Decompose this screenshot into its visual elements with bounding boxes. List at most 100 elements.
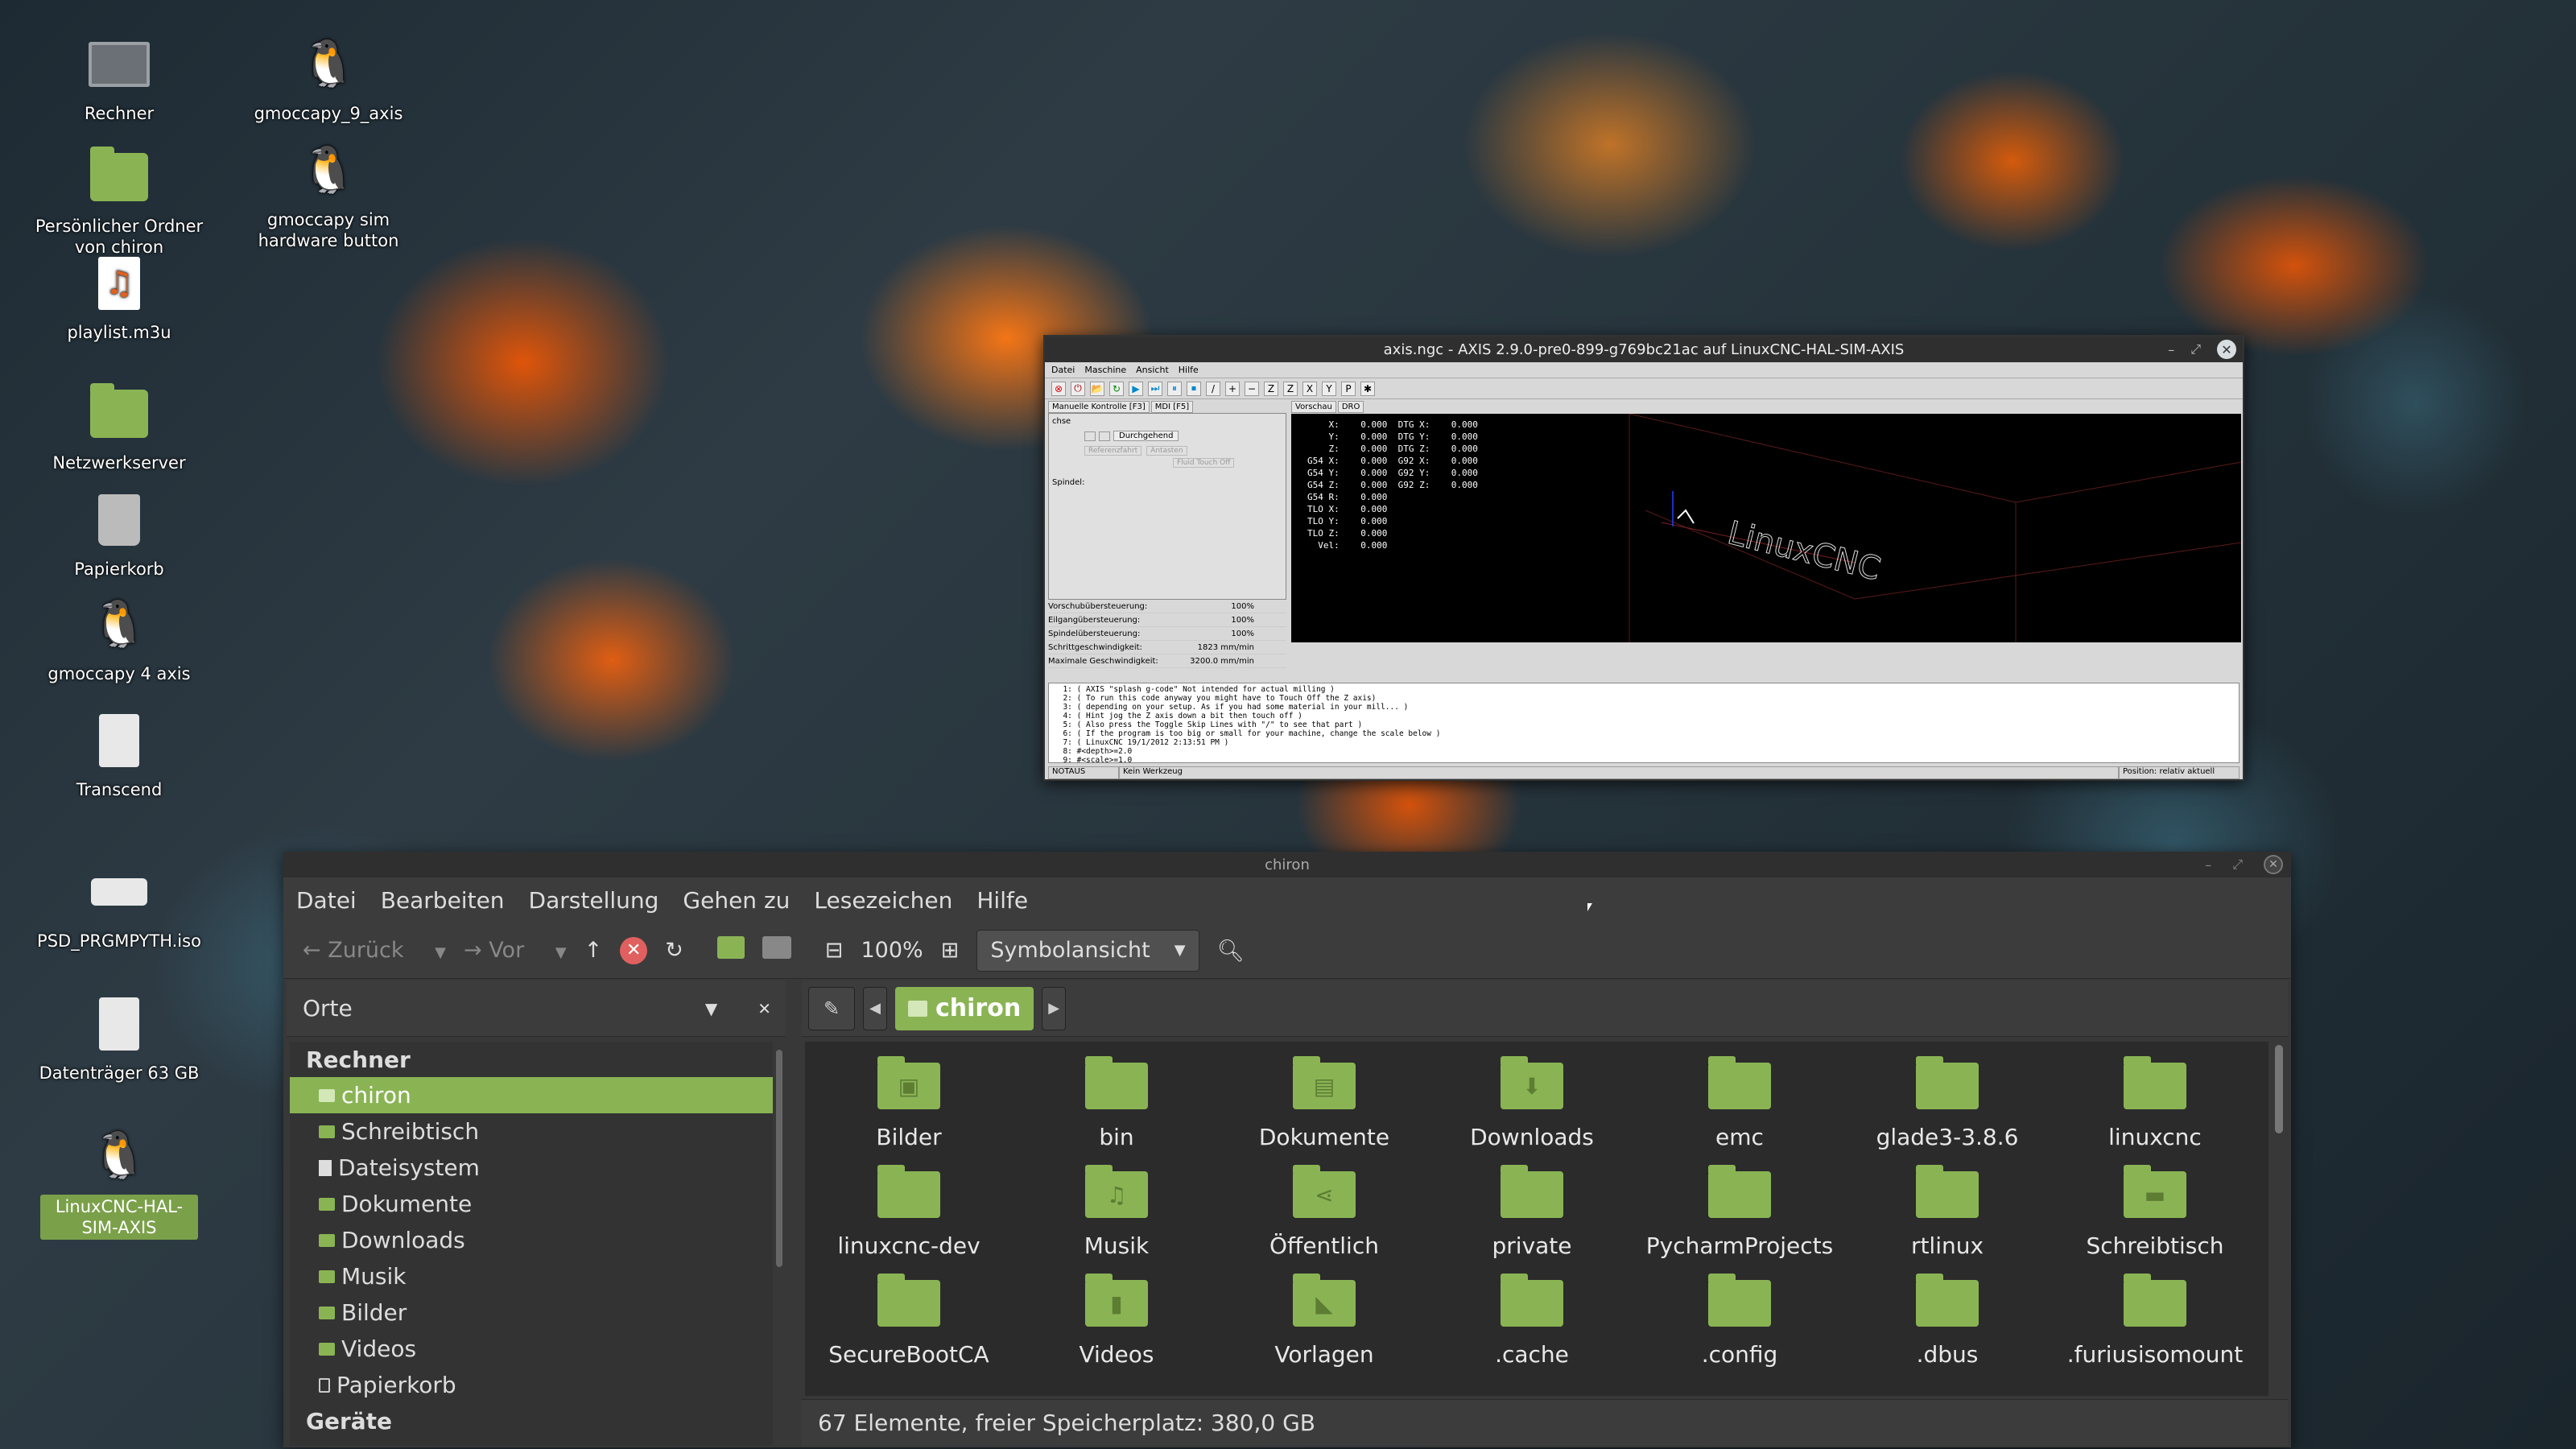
path-back-button[interactable]: ◀: [863, 986, 887, 1030]
file-item[interactable]: .cache: [1428, 1270, 1636, 1379]
edit-path-button[interactable]: ✎: [808, 986, 855, 1030]
desktop-icon-gmoccapy9[interactable]: 🐧 gmoccapy_9_axis: [232, 32, 425, 124]
file-item[interactable]: rtlinux: [1843, 1162, 2051, 1270]
file-grid-scrollbar[interactable]: [2275, 1045, 2283, 1133]
power-icon[interactable]: ⏻: [1071, 381, 1085, 396]
slider-jog-speed[interactable]: Schrittgeschwindigkeit: 1823 mm/min: [1048, 641, 1286, 654]
breadcrumb-chiron[interactable]: chiron: [895, 986, 1034, 1030]
file-manager-window[interactable]: chiron – ⤢ ✕ Datei Bearbeiten Darstellun…: [283, 852, 2291, 1447]
axis-menu-ansicht[interactable]: Ansicht: [1136, 365, 1169, 375]
menu-darstellung[interactable]: Darstellung: [529, 887, 659, 914]
stop-icon[interactable]: ⏹: [1187, 381, 1201, 396]
view-p-icon[interactable]: P: [1341, 381, 1356, 396]
maximize-icon[interactable]: ⤢: [2232, 857, 2243, 873]
file-item[interactable]: ♫ Musik: [1013, 1162, 1220, 1270]
file-item[interactable]: ⬇ Downloads: [1428, 1053, 1636, 1162]
clear-plot-icon[interactable]: ✱: [1360, 381, 1375, 396]
desktop-icon-gmoccapy-sim[interactable]: 🐧 gmoccapy sim hardware button: [232, 138, 425, 251]
file-item[interactable]: ▣ Bilder: [805, 1053, 1013, 1162]
close-icon[interactable]: ✕: [2264, 855, 2283, 874]
desktop-icon-playlist[interactable]: ♫ playlist.m3u: [23, 251, 216, 343]
sidebar-item-bilder[interactable]: Bilder: [290, 1294, 773, 1331]
tab-mdi[interactable]: MDI [F5]: [1150, 401, 1194, 413]
pause-icon[interactable]: ⏸: [1167, 381, 1182, 396]
file-item[interactable]: PycharmProjects: [1636, 1162, 1843, 1270]
up-button[interactable]: ↑: [584, 938, 603, 963]
sidebar-item-downloads[interactable]: Downloads: [290, 1222, 773, 1258]
stop-button[interactable]: ✕: [620, 936, 648, 964]
desktop-icon-network[interactable]: Netzwerkserver: [23, 382, 216, 473]
zoom-out-button[interactable]: ⊟: [825, 938, 844, 963]
sidebar-item-videos[interactable]: Videos: [290, 1331, 773, 1367]
desktop-icon-trash[interactable]: Papierkorb: [23, 488, 216, 580]
back-button[interactable]: ← Zurück ▼: [303, 938, 446, 963]
desktop-icon-linuxcnc-axis[interactable]: 🐧 LinuxCNC-HAL-SIM-AXIS: [23, 1124, 216, 1240]
desktop-icon-transcend[interactable]: Transcend: [23, 708, 216, 800]
view-mode-select[interactable]: Symbolansicht ▼: [976, 929, 1199, 972]
home-button[interactable]: [716, 936, 745, 964]
sidebar-item-schreibtisch[interactable]: Schreibtisch: [290, 1113, 773, 1150]
file-item[interactable]: linuxcnc-dev: [805, 1162, 1013, 1270]
menu-bearbeiten[interactable]: Bearbeiten: [381, 887, 505, 914]
tab-manual-control[interactable]: Manuelle Kontrolle [F3]: [1048, 401, 1150, 413]
desktop-icon-datentraeger[interactable]: Datenträger 63 GB: [23, 992, 216, 1084]
computer-button[interactable]: [762, 936, 791, 964]
minimize-icon[interactable]: –: [2168, 342, 2174, 357]
desktop-icon-gmoccapy4[interactable]: 🐧 gmoccapy 4 axis: [23, 592, 216, 684]
sidebar-item-dokumente[interactable]: Dokumente: [290, 1186, 773, 1222]
menu-datei[interactable]: Datei: [296, 887, 357, 914]
close-icon[interactable]: ✕: [2217, 340, 2236, 359]
zoom-in-button[interactable]: ⊞: [941, 938, 960, 963]
file-item[interactable]: ⋖ Öffentlich: [1220, 1162, 1428, 1270]
minimize-icon[interactable]: –: [2205, 857, 2211, 873]
sidebar-item-musik[interactable]: Musik: [290, 1258, 773, 1294]
file-item[interactable]: linuxcnc: [2051, 1053, 2259, 1162]
preview-canvas[interactable]: X: 0.000 DTG X: 0.000 Y: 0.000 DTG Y: 0.…: [1291, 414, 2241, 642]
file-item[interactable]: emc: [1636, 1053, 1843, 1162]
touch-off-button[interactable]: Antasten: [1146, 446, 1187, 456]
file-item[interactable]: .dbus: [1843, 1270, 2051, 1379]
slider-rapid[interactable]: Eilgangübersteuerung: 100%: [1048, 613, 1286, 627]
sidebar-item-dateisystem[interactable]: Dateisystem: [290, 1150, 773, 1186]
menu-lesezeichen[interactable]: Lesezeichen: [814, 887, 952, 914]
file-item[interactable]: .config: [1636, 1270, 1843, 1379]
home-button[interactable]: Referenzfahrt: [1084, 446, 1142, 456]
open-icon[interactable]: 📂: [1090, 381, 1104, 396]
view-y-icon[interactable]: Y: [1322, 381, 1336, 396]
file-item[interactable]: ◣ Vorlagen: [1220, 1270, 1428, 1379]
file-item[interactable]: glade3-3.8.6: [1843, 1053, 2051, 1162]
sidebar-item-chiron[interactable]: chiron: [290, 1077, 773, 1113]
jog-mode-select[interactable]: Durchgehend: [1113, 431, 1179, 441]
axis-menu-datei[interactable]: Datei: [1051, 365, 1075, 375]
axis-titlebar[interactable]: axis.ngc - AXIS 2.9.0-pre0-899-g769bc21a…: [1045, 336, 2243, 362]
menu-hilfe[interactable]: Hilfe: [976, 887, 1028, 914]
view-x-icon[interactable]: X: [1302, 381, 1317, 396]
maximize-icon[interactable]: ⤢: [2190, 341, 2201, 357]
view-z-icon[interactable]: Z: [1264, 381, 1278, 396]
search-button[interactable]: 🔍︎: [1217, 938, 1245, 964]
axis-window[interactable]: axis.ngc - AXIS 2.9.0-pre0-899-g769bc21a…: [1043, 335, 2244, 781]
slider-max-velocity[interactable]: Maximale Geschwindigkeit: 3200.0 mm/min: [1048, 654, 1286, 668]
desktop-icon-rechner[interactable]: Rechner: [23, 32, 216, 124]
file-item[interactable]: .furiusisomount: [2051, 1270, 2259, 1379]
desktop-icon-iso[interactable]: PSD_PRGMPYTH.iso: [23, 860, 216, 952]
fluid-touch-off-button[interactable]: Fluid Touch Off: [1173, 458, 1235, 468]
slider-spindle[interactable]: Spindelübersteuerung: 100%: [1048, 627, 1286, 641]
reload-button[interactable]: ↻: [665, 938, 683, 963]
file-item[interactable]: private: [1428, 1162, 1636, 1270]
step-icon[interactable]: ⏭: [1148, 381, 1162, 396]
forward-button[interactable]: → Vor ▼: [464, 938, 567, 963]
axis-menu-hilfe[interactable]: Hilfe: [1179, 365, 1199, 375]
file-item[interactable]: ▤ Dokumente: [1220, 1053, 1428, 1162]
axis-menu-maschine[interactable]: Maschine: [1084, 365, 1126, 375]
file-item[interactable]: SecureBootCA: [805, 1270, 1013, 1379]
places-selector[interactable]: Orte ▼ ✕: [287, 980, 786, 1037]
close-sidebar-icon[interactable]: ✕: [758, 999, 771, 1018]
view-z2-icon[interactable]: Z: [1283, 381, 1298, 396]
sidebar-scrollbar[interactable]: [776, 1050, 782, 1267]
sidebar-item-papierkorb[interactable]: Papierkorb: [290, 1367, 773, 1403]
chevron-down-icon[interactable]: ▼: [705, 999, 717, 1018]
file-item[interactable]: bin: [1013, 1053, 1220, 1162]
run-icon[interactable]: ▶: [1129, 381, 1143, 396]
gcode-listing[interactable]: 1: ( AXIS "splash g-code" Not intended f…: [1048, 683, 2240, 763]
